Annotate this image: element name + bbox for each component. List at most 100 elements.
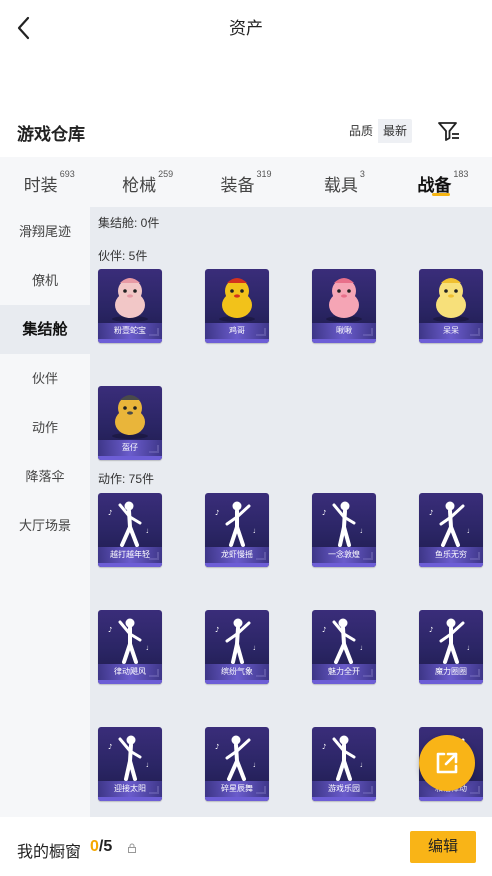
item-name: 龙虾慢摇 — [205, 547, 269, 563]
item-name: 魅力全开 — [312, 664, 376, 680]
warehouse-header: 游戏仓库 品质 最新 — [0, 116, 492, 148]
svg-text:♩: ♩ — [360, 528, 363, 535]
dance-pose-icon: ♪♩ — [419, 610, 483, 666]
showcase-max: 5 — [103, 838, 113, 855]
svg-text:♩: ♩ — [467, 528, 470, 535]
card-rarity-stripe — [419, 680, 483, 684]
card-rarity-stripe — [205, 563, 269, 567]
dance-pose-icon: ♪♩ — [98, 727, 162, 783]
item-card[interactable]: ♪ ♩ 越打越年轻 — [98, 493, 162, 567]
item-card[interactable]: ♪ ♩ 游戏乐园 — [312, 727, 376, 801]
card-rarity-stripe — [98, 797, 162, 801]
dance-pose-icon: ♪♩ — [205, 727, 269, 783]
item-grid-panel[interactable]: 集结舱: 0件 伙伴: 5件 动作: 75件 粉壹蛇宝 鸡哥 啾啾 呆呆 盔仔 ♪ ♩ 越打越… — [90, 207, 492, 817]
item-card[interactable]: ♪ ♩ 魅力全开 — [312, 610, 376, 684]
svg-text:♩: ♩ — [146, 762, 149, 769]
partner-count-label: 伙伴: 5件 — [98, 249, 148, 263]
back-button[interactable] — [10, 14, 40, 44]
pink-bird-mascot-icon — [312, 269, 376, 325]
asset-page: 资产 游戏仓库 品质 最新 时装693 枪械259 装备319 载具3 战备18… — [0, 0, 492, 876]
lock-icon — [128, 843, 136, 853]
svg-text:♪: ♪ — [215, 509, 219, 517]
share-button[interactable] — [419, 735, 475, 791]
card-rarity-stripe — [312, 563, 376, 567]
sidebar-item-lobby-scene[interactable]: 大厅场景 — [0, 501, 90, 550]
item-card[interactable]: 啾啾 — [312, 269, 376, 343]
card-rarity-stripe — [205, 339, 269, 343]
sidebar-item-capsule[interactable]: 集结舱 — [0, 305, 90, 354]
tab-battle-prep[interactable]: 战备183 — [394, 157, 492, 207]
tab-label: 装备 — [220, 176, 255, 195]
item-name: 游戏乐园 — [312, 781, 376, 797]
item-name: 越打越年轻 — [98, 547, 162, 563]
sort-quality-option[interactable]: 品质 — [344, 119, 379, 143]
item-card[interactable]: 盔仔 — [98, 386, 162, 460]
dance-pose-icon: ♪♩ — [98, 493, 162, 549]
yellow-chick-mascot-icon — [419, 269, 483, 325]
item-card[interactable]: 鸡哥 — [205, 269, 269, 343]
tab-count: 183 — [453, 169, 469, 179]
rooster-mascot-icon — [205, 269, 269, 325]
card-rarity-stripe — [98, 563, 162, 567]
tab-fashion[interactable]: 时装693 — [0, 157, 98, 207]
svg-text:♩: ♩ — [146, 645, 149, 652]
card-rarity-stripe — [419, 339, 483, 343]
sidebar-item-emote[interactable]: 动作 — [0, 403, 90, 452]
item-card[interactable]: ♪ ♩ 魔力圈圈 — [419, 610, 483, 684]
item-name: 魔力圈圈 — [419, 664, 483, 680]
category-tabs: 时装693 枪械259 装备319 载具3 战备183 — [0, 157, 492, 207]
card-rarity-stripe — [205, 680, 269, 684]
item-name: 碎星辰舞 — [205, 781, 269, 797]
filter-button[interactable] — [436, 119, 462, 143]
dance-pose-icon: ♪♩ — [312, 610, 376, 666]
svg-text:♪: ♪ — [429, 509, 433, 517]
share-external-icon — [436, 752, 458, 774]
svg-text:♪: ♪ — [322, 626, 326, 634]
card-rarity-stripe — [419, 563, 483, 567]
item-card[interactable]: ♪ ♩ 一念敦煌 — [312, 493, 376, 567]
tab-weapons[interactable]: 枪械259 — [98, 157, 196, 207]
item-card[interactable]: ♪ ♩ 碎星辰舞 — [205, 727, 269, 801]
active-tab-indicator — [432, 193, 450, 196]
item-card[interactable]: 粉壹蛇宝 — [98, 269, 162, 343]
item-card[interactable]: ♪ ♩ 律动飓风 — [98, 610, 162, 684]
item-name: 粉壹蛇宝 — [98, 323, 162, 339]
svg-text:♪: ♪ — [108, 743, 112, 751]
svg-text:♪: ♪ — [215, 743, 219, 751]
svg-text:♪: ♪ — [322, 743, 326, 751]
item-card[interactable]: ♪ ♩ 迎接太阳 — [98, 727, 162, 801]
svg-text:♩: ♩ — [253, 528, 256, 535]
page-title: 资产 — [229, 19, 263, 38]
sidebar-item-glide-trail[interactable]: 滑翔尾迹 — [0, 207, 90, 256]
pink-snake-plush-icon — [98, 269, 162, 325]
item-card[interactable]: ♪ ♩ 鱼乐无穷 — [419, 493, 483, 567]
dance-pose-icon: ♪♩ — [98, 610, 162, 666]
sort-latest-option[interactable]: 最新 — [378, 119, 413, 143]
tab-label: 载具 — [323, 176, 358, 195]
tab-count: 693 — [59, 169, 75, 179]
sidebar-item-parachute[interactable]: 降落伞 — [0, 452, 90, 501]
tab-count: 319 — [256, 169, 272, 179]
item-name: 律动飓风 — [98, 664, 162, 680]
card-rarity-stripe — [98, 339, 162, 343]
tab-vehicles[interactable]: 载具3 — [295, 157, 393, 207]
sidebar-item-wingman[interactable]: 僚机 — [0, 256, 90, 305]
item-name: 鱼乐无穷 — [419, 547, 483, 563]
item-card[interactable]: ♪ ♩ 缤纷气象 — [205, 610, 269, 684]
dance-pose-icon: ♪♩ — [312, 727, 376, 783]
tab-equipment[interactable]: 装备319 — [197, 157, 295, 207]
emote-count-label: 动作: 75件 — [98, 472, 155, 486]
bottom-bar: 我的橱窗 0/5 编辑 — [0, 817, 492, 876]
card-rarity-stripe — [312, 797, 376, 801]
svg-text:♪: ♪ — [322, 509, 326, 517]
dance-pose-icon: ♪♩ — [205, 493, 269, 549]
sidebar-item-partner[interactable]: 伙伴 — [0, 354, 90, 403]
svg-text:♩: ♩ — [360, 645, 363, 652]
svg-text:♪: ♪ — [429, 626, 433, 634]
item-card[interactable]: 呆呆 — [419, 269, 483, 343]
item-name: 迎接太阳 — [98, 781, 162, 797]
item-name: 盔仔 — [98, 440, 162, 456]
edit-button[interactable]: 编辑 — [410, 831, 476, 863]
item-card[interactable]: ♪ ♩ 龙虾慢摇 — [205, 493, 269, 567]
capsule-count-label: 集结舱: 0件 — [98, 216, 160, 230]
